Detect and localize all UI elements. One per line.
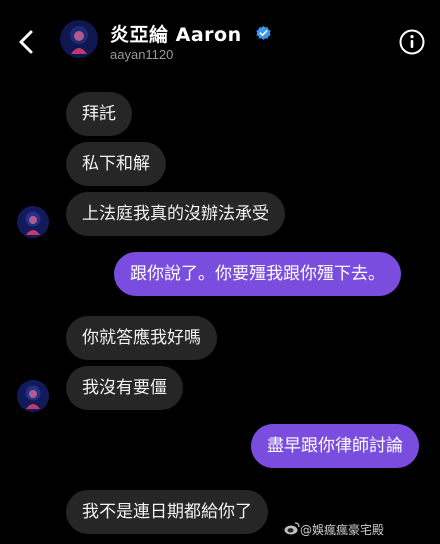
avatar[interactable] [17,380,49,412]
message-received[interactable]: 上法庭我真的沒辦法承受 [66,192,285,236]
contact-name[interactable]: 炎亞綸 Aaron [110,20,272,47]
bottom-edge [0,540,440,544]
message-received[interactable]: 我沒有要僵 [66,366,183,410]
message-received[interactable]: 私下和解 [66,142,166,186]
avatar-image [17,206,49,238]
weibo-logo-icon [284,522,300,535]
avatar[interactable] [60,20,98,58]
verified-badge-icon [256,25,271,40]
message-sent[interactable]: 跟你說了。你要殭我跟你殭下去。 [114,252,401,296]
message-text: 跟你說了。你要殭我跟你殭下去。 [130,264,385,284]
message-sent[interactable]: 盡早跟你律師討論 [251,424,419,468]
contact-handle: aayan1120 [110,47,174,62]
message-text: 你就答應我好嗎 [82,328,201,348]
message-text: 拜託 [82,104,116,124]
message-received[interactable]: 拜託 [66,92,132,136]
message-text: 我不是連日期都給你了 [82,502,252,522]
avatar-image [60,20,98,58]
avatar[interactable] [17,206,49,238]
message-text: 私下和解 [82,154,150,174]
message-received[interactable]: 你就答應我好嗎 [66,316,217,360]
message-text: 我沒有要僵 [82,378,167,398]
message-text: 盡早跟你律師討論 [267,436,403,456]
chat-header: 炎亞綸 Aaron aayan1120 [0,0,440,80]
chevron-left-icon[interactable] [12,26,40,58]
watermark: @娛瘋瘋豪宅殿 [300,523,385,537]
info-icon[interactable] [399,29,425,55]
avatar-image [17,380,49,412]
contact-name-text: 炎亞綸 Aaron [110,24,242,46]
message-received[interactable]: 我不是連日期都給你了 [66,490,268,534]
message-text: 上法庭我真的沒辦法承受 [82,204,269,224]
